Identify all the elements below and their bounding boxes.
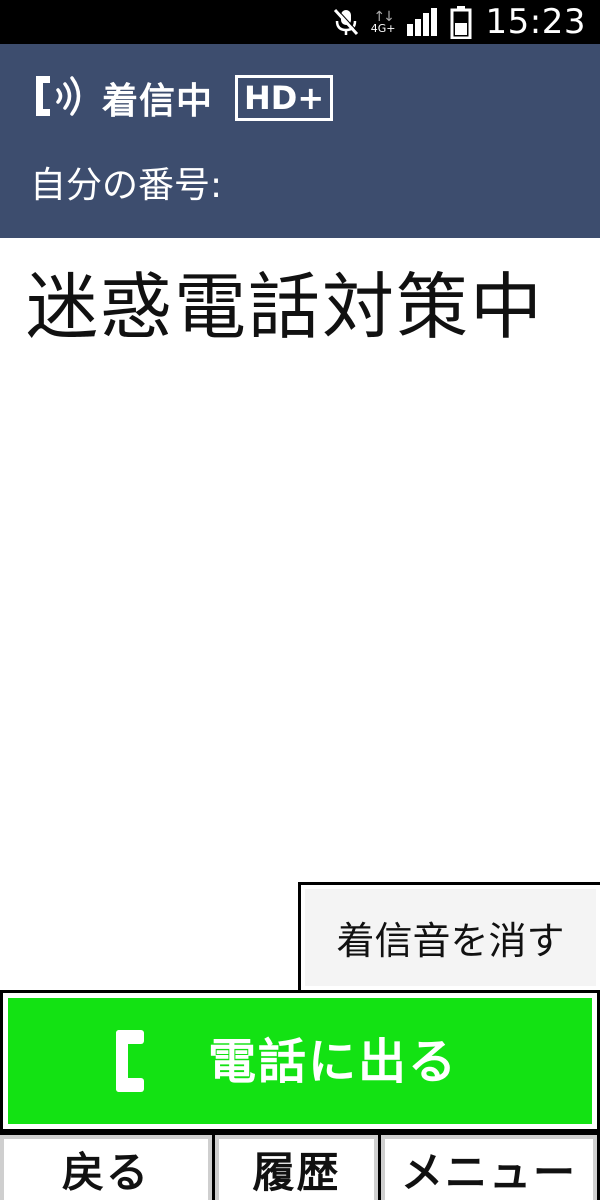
data-arrows-icon: ↑↓ 4G+ [370,9,396,35]
mic-muted-icon [331,0,361,44]
caller-display-text: 迷惑電話対策中 [26,265,545,349]
silence-ringtone-label: 着信音を消す [301,885,600,990]
own-number-label: 自分の番号: [30,165,223,206]
battery-icon [450,0,472,44]
answer-call-button[interactable]: 電話に出る [0,990,600,1132]
status-clock: 15:23 [485,2,586,42]
status-bar: ↑↓ 4G+ 15:23 [0,0,600,44]
network-type-label: 4G+ [370,22,396,35]
answer-call-button-face: 電話に出る [3,993,597,1129]
call-state-row: 着信中 HD+ [32,70,334,126]
menu-softkey[interactable]: メニュー [381,1135,597,1200]
back-softkey[interactable]: 戻る [0,1135,212,1200]
call-header: 着信中 HD+ 自分の番号: [0,44,600,238]
softkey-bar: 戻る 履歴 メニュー [0,1132,600,1200]
call-state-label: 着信中 [102,81,214,122]
signal-icon [406,0,440,44]
silence-ringtone-button[interactable]: 着信音を消す [298,882,600,990]
answer-call-label: 電話に出る [208,1034,459,1090]
incoming-call-ring-icon [32,70,92,126]
hd-plus-badge: HD+ [235,75,334,121]
history-softkey[interactable]: 履歴 [215,1135,378,1200]
